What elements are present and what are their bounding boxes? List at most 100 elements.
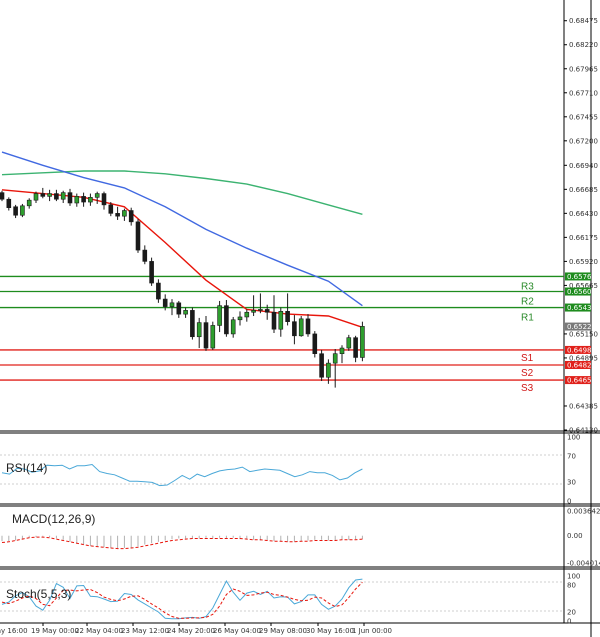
- candle-body-down: [142, 249, 148, 262]
- stoch-tick-label: 80: [567, 582, 576, 590]
- candle-body-down: [115, 213, 120, 217]
- level-value-s1: 0.64980: [567, 346, 596, 354]
- level-name-s3: S3: [521, 383, 534, 394]
- macd-tick-label: 0.00: [567, 532, 583, 540]
- price-tick-label: 0.66430: [569, 210, 598, 218]
- candle-body-up: [210, 325, 216, 349]
- candle: [312, 331, 318, 358]
- price-tick-label: 0.66940: [569, 162, 598, 170]
- level-name-r3: R3: [521, 281, 534, 292]
- candle: [298, 316, 304, 337]
- candle-body-up: [258, 309, 263, 311]
- rsi-tick-label: 70: [567, 453, 576, 461]
- candle-body-down: [149, 261, 154, 284]
- candle-body-down: [0, 192, 5, 200]
- rsi-tick-label: 100: [567, 434, 580, 442]
- candle: [190, 307, 195, 340]
- candle-body-down: [271, 311, 277, 330]
- rsi-title: RSI(14): [6, 461, 47, 475]
- candle-body-up: [298, 318, 304, 337]
- candle-body-down: [285, 311, 290, 322]
- price-tick-label: 0.66685: [569, 186, 598, 194]
- candle-body-up: [20, 205, 25, 216]
- candle: [156, 279, 161, 303]
- candle-body-down: [264, 309, 270, 313]
- macd-title: MACD(12,26,9): [12, 512, 95, 526]
- macd-tick-label: -0.004014: [567, 560, 600, 568]
- current-price-tag: 0.65228: [565, 322, 596, 331]
- candle-body-down: [176, 302, 182, 315]
- candle-body-up: [74, 196, 80, 204]
- candle-body-up: [169, 302, 175, 307]
- price-tick-label: 0.68475: [569, 17, 598, 25]
- candle-body-up: [278, 311, 284, 330]
- candle-body-up: [244, 311, 250, 318]
- candle-body-up: [26, 199, 32, 207]
- candle-body-up: [251, 310, 256, 313]
- time-tick-label: 26 May 04:00: [213, 627, 261, 635]
- candle-body-up: [332, 353, 338, 364]
- level-name-r1: R1: [521, 313, 534, 324]
- level-name-s1: S1: [521, 353, 534, 364]
- candle-body-up: [339, 347, 345, 355]
- candle-body-down: [292, 321, 297, 337]
- level-value-r3: 0.65760: [567, 273, 596, 281]
- stoch-tick-label: 100: [567, 573, 580, 581]
- candle-body-down: [305, 318, 311, 335]
- candle: [20, 203, 25, 218]
- candle-body-up: [94, 193, 100, 198]
- candle-body-down: [135, 221, 141, 251]
- candle-body-up: [60, 192, 66, 200]
- candle-body-up: [47, 193, 52, 197]
- stoch-tick-label: 20: [567, 609, 576, 617]
- candle-body-down: [67, 192, 73, 204]
- stoch-tick-label: 0: [567, 618, 571, 626]
- rsi-tick-label: 30: [567, 478, 576, 486]
- time-tick-label: 30 May 16:00: [306, 627, 354, 635]
- time-tick-label: 22 May 04:00: [75, 627, 123, 635]
- chart: 0.68475 0.68220 0.67965 0.67710 0.67455 0.672…: [0, 0, 600, 637]
- level-name-r2: R2: [521, 297, 534, 308]
- candle-body-up: [122, 210, 127, 217]
- candle-body-up: [346, 337, 352, 349]
- level-name-s2: S2: [521, 368, 534, 379]
- time-tick-label: 24 May 20:00: [167, 627, 215, 635]
- macd-tick-label: 0.003642: [567, 508, 600, 516]
- rsi-tick-label: 0: [567, 498, 571, 506]
- price-tick-label: 0.67710: [569, 89, 598, 97]
- level-value-s2: 0.64820: [567, 362, 596, 370]
- candle: [224, 300, 229, 337]
- level-value-s3: 0.64650: [567, 377, 596, 385]
- time-tick-label: 6 May 16:00: [0, 627, 28, 635]
- candle: [135, 219, 141, 253]
- time-tick-label: 19 May 00:00: [31, 627, 79, 635]
- level-value-r1: 0.65430: [567, 304, 596, 312]
- candle-body-up: [360, 326, 365, 358]
- candle-body-down: [190, 310, 195, 338]
- price-tick-label: 0.68220: [569, 41, 598, 49]
- candle-body-up: [33, 193, 39, 201]
- candle: [149, 257, 154, 286]
- price-tick-label: 0.67200: [569, 137, 598, 145]
- price-tick-label: 0.65150: [569, 330, 598, 338]
- candle-body-down: [353, 337, 358, 358]
- current-price-label: 0.65228: [567, 323, 596, 331]
- candle-body-up: [196, 322, 202, 338]
- candle-body-down: [13, 206, 18, 216]
- candle: [210, 321, 216, 350]
- price-tick-label: 0.67455: [569, 113, 598, 121]
- level-value-r2: 0.65600: [567, 288, 596, 296]
- candle-body-up: [217, 305, 222, 326]
- price-tick-label: 0.66175: [569, 234, 598, 242]
- time-tick-label: 29 May 08:00: [259, 627, 307, 635]
- stoch-title: Stoch(5,5,3): [6, 587, 71, 601]
- candle: [319, 349, 324, 382]
- candle: [360, 321, 365, 362]
- candle-body-down: [203, 322, 209, 349]
- price-tick-label: 0.65920: [569, 258, 598, 266]
- candle-body-down: [40, 193, 46, 197]
- time-tick-label: 1 Jun 00:00: [352, 627, 392, 635]
- candle-body-up: [88, 197, 93, 203]
- time-tick-label: 23 May 12:00: [121, 627, 169, 635]
- candle-body-down: [101, 193, 107, 206]
